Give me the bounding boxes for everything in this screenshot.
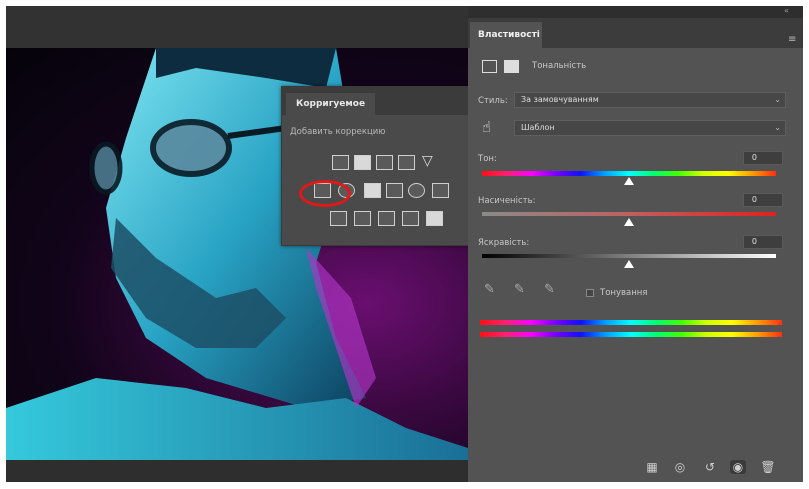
gradient-map-icon[interactable] [402, 211, 419, 226]
saturation-value-field[interactable]: 0 [743, 193, 783, 207]
curves-icon[interactable] [376, 155, 393, 170]
brightness-contrast-icon[interactable] [332, 155, 349, 170]
panel-top-strip: « [468, 6, 803, 18]
threshold-icon[interactable] [378, 211, 395, 226]
highlight-ring [299, 180, 351, 207]
levels-icon[interactable] [354, 155, 371, 170]
vibrance-icon[interactable]: ▽ [422, 153, 433, 169]
colorize-checkbox[interactable] [586, 289, 594, 297]
posterize-icon[interactable] [354, 211, 371, 226]
channel-mixer-icon[interactable] [408, 183, 425, 198]
layer-type-label: Тональність [532, 61, 587, 71]
color-lookup-icon[interactable] [432, 183, 449, 198]
visibility-eye-icon[interactable]: ◉ [730, 460, 746, 474]
saturation-slider-track[interactable] [482, 212, 776, 216]
hue-slider-track[interactable] [482, 171, 776, 176]
chevron-down-icon: ⌄ [774, 95, 781, 104]
color-range-bar-top [480, 320, 782, 325]
panel-menu-icon[interactable]: ≡ [788, 34, 796, 45]
eyedropper-plus-icon[interactable]: ✎ [514, 282, 525, 297]
properties-footer: ▦ ◎ ↺ ◉ 🗑 [468, 452, 803, 482]
adjustments-panel-header: Корригуемое [282, 87, 472, 115]
saturation-label: Насиченість: [478, 196, 536, 206]
colorize-label: Тонування [600, 288, 648, 298]
exposure-icon[interactable] [398, 155, 415, 170]
status-bar [6, 460, 468, 482]
lightness-slider-track[interactable] [482, 254, 776, 258]
adjustment-layer-icon [482, 60, 497, 73]
lightness-label: Яскравість: [478, 238, 530, 248]
channel-dropdown-value: Шаблон [521, 123, 555, 132]
reset-icon[interactable]: ↺ [702, 460, 718, 474]
eyedropper-icon[interactable]: ✎ [484, 282, 495, 297]
clip-to-layer-icon[interactable]: ▦ [644, 460, 660, 474]
hue-slider-thumb[interactable] [624, 177, 634, 185]
eyedropper-minus-icon[interactable]: ✎ [544, 282, 555, 297]
selective-color-icon[interactable] [426, 211, 443, 226]
black-white-icon[interactable] [364, 183, 381, 198]
saturation-slider-thumb[interactable] [624, 218, 634, 226]
invert-icon[interactable] [330, 211, 347, 226]
photo-filter-icon[interactable] [386, 183, 403, 198]
chevron-down-icon: ⌄ [774, 123, 781, 132]
adjustments-panel: Корригуемое Добавить коррекцию ▽ [281, 86, 473, 246]
properties-panel-header: Властивості ≡ [468, 18, 803, 48]
color-range-bar-bottom [480, 332, 782, 337]
hand-target-icon[interactable]: ☝ [482, 118, 491, 136]
adjustments-subtitle: Добавить коррекцию [290, 127, 386, 137]
style-label: Стиль: [478, 96, 508, 106]
view-previous-icon[interactable]: ◎ [672, 460, 688, 474]
tab-adjustments[interactable]: Корригуемое [286, 93, 376, 115]
style-dropdown-value: За замовчуванням [521, 95, 599, 104]
lightness-value-field[interactable]: 0 [743, 235, 783, 249]
channel-dropdown[interactable]: Шаблон ⌄ [514, 120, 786, 136]
layer-mask-icon[interactable] [504, 60, 519, 73]
trash-icon[interactable]: 🗑 [760, 460, 776, 474]
lightness-slider-thumb[interactable] [624, 260, 634, 268]
hue-label: Тон: [478, 154, 497, 164]
hue-value-field[interactable]: 0 [743, 151, 783, 165]
style-dropdown[interactable]: За замовчуванням ⌄ [514, 92, 786, 108]
tab-properties[interactable]: Властивості [470, 22, 542, 48]
properties-panel: « Властивості ≡ Тональність Стиль: За за… [468, 6, 803, 482]
collapse-icon[interactable]: « [784, 6, 789, 15]
